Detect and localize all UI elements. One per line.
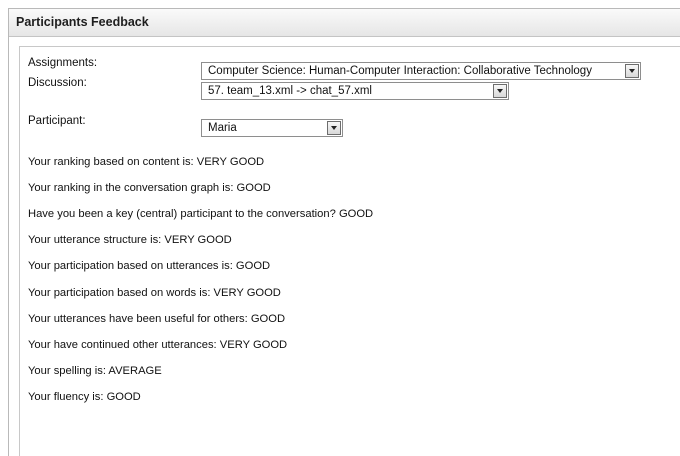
feedback-line: Your ranking in the conversation graph i…	[28, 182, 271, 194]
participant-select[interactable]: Maria	[201, 119, 343, 137]
feedback-line: Your fluency is: GOOD	[28, 391, 141, 403]
chevron-down-icon[interactable]	[327, 121, 341, 135]
feedback-line: Your utterance structure is: VERY GOOD	[28, 234, 232, 246]
feedback-line: Your participation based on utterances i…	[28, 260, 271, 272]
participant-selected-value: Maria	[208, 122, 237, 134]
chevron-down-icon[interactable]	[493, 84, 507, 98]
assignments-label: Assignments:	[28, 57, 98, 69]
feedback-line: Your participation based on words is: VE…	[28, 287, 281, 299]
feedback-window: Participants Feedback Assignments: Compu…	[8, 8, 680, 456]
assignments-selected-value: Computer Science: Human-Computer Interac…	[208, 65, 592, 77]
assignments-select[interactable]: Computer Science: Human-Computer Interac…	[201, 62, 641, 80]
chevron-down-icon[interactable]	[625, 64, 639, 78]
feedback-line: Your ranking based on content is: VERY G…	[28, 156, 265, 168]
feedback-line: Your utterances have been useful for oth…	[28, 313, 286, 325]
feedback-line: Have you been a key (central) participan…	[28, 208, 374, 220]
feedback-line: Your have continued other utterances: VE…	[28, 339, 288, 351]
window-title: Participants Feedback	[9, 9, 680, 37]
discussion-selected-value: 57. team_13.xml -> chat_57.xml	[208, 85, 372, 97]
discussion-select[interactable]: 57. team_13.xml -> chat_57.xml	[201, 82, 509, 100]
discussion-label: Discussion:	[28, 77, 87, 89]
feedback-line: Your spelling is: AVERAGE	[28, 365, 162, 377]
feedback-panel: Assignments: Computer Science: Human-Com…	[19, 46, 680, 456]
participant-label: Participant:	[28, 115, 86, 127]
